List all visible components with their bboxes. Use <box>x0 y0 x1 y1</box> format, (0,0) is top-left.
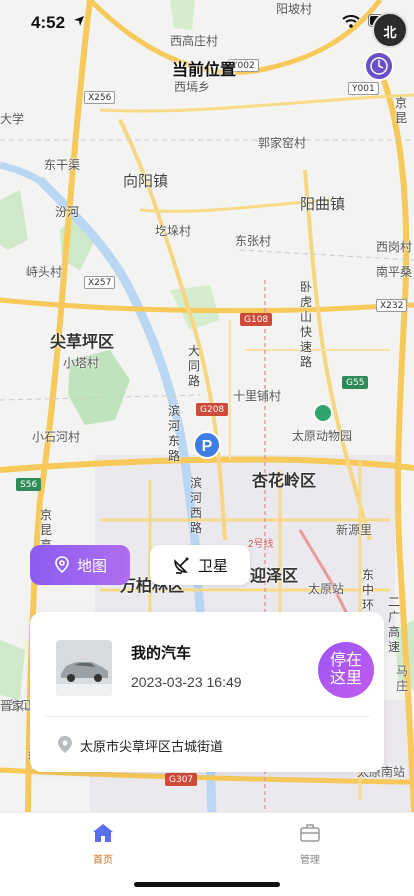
satellite-dish-icon <box>174 557 189 574</box>
park-here-button[interactable]: 停在这里 <box>318 642 374 698</box>
map-label-shilipu: 十里铺村 <box>233 389 282 403</box>
road-shield-g208: G208 <box>196 403 229 416</box>
car-name: 我的汽车 <box>131 645 192 662</box>
map-label-xigang: 西岗村 <box>376 240 413 254</box>
parked-time: 2023-03-23 16:49 <box>131 674 242 690</box>
tab-home-label: 首页 <box>93 855 113 866</box>
map-label-dongganqu: 东干渠 <box>44 158 81 172</box>
road-shield-y001: Y001 <box>348 82 379 95</box>
map-label-jiancaoping-district: 尖草坪区 <box>50 334 115 351</box>
road-shield-x232: X232 <box>376 299 408 312</box>
map-type-switch: 地图 卫星 <box>30 545 250 585</box>
tab-manage-label: 管理 <box>300 855 320 866</box>
map-mode-label: 地图 <box>76 557 107 575</box>
wifi-icon <box>342 15 360 28</box>
location-arrow-icon <box>74 16 84 26</box>
map-label-xinyuanli: 新源里 <box>336 523 373 537</box>
car-info-card: 我的汽车 2023-03-23 16:49 停在这里 太原市尖草坪区古城街道 <box>30 612 384 772</box>
road-shield-g55: G55 <box>342 376 369 389</box>
map-label-xiaoshihe: 小石河村 <box>32 430 81 444</box>
map-mode-button[interactable]: 地图 <box>30 545 130 585</box>
road-shield-g108: G108 <box>240 313 273 326</box>
compass-north-label: 北 <box>383 25 397 40</box>
map-label-taiyuan-station: 太原站 <box>308 582 345 596</box>
map-label-xinghualing-district: 杏花岭区 <box>252 473 317 490</box>
map-label-ximaxiang: 西墕乡 <box>174 80 211 94</box>
map-label-metro-line-2: 2号线 <box>248 539 274 550</box>
briefcase-icon <box>300 824 320 842</box>
map-label-xiangyang: 向阳镇 <box>123 173 169 190</box>
map-label-erguang-expressway: 二广高速 <box>388 595 401 654</box>
tab-home[interactable]: 首页 <box>73 823 133 866</box>
map-label-east-middle-ring: 东中环 <box>362 568 375 612</box>
map-label-mazhuang: 马庄 <box>396 664 409 693</box>
card-divider <box>44 716 370 717</box>
home-indicator <box>134 882 280 887</box>
map-label-jingkun-top: 京昆 <box>395 96 408 125</box>
road-shield-x256: X256 <box>84 91 116 104</box>
map-label-binhe-west-road: 滨河西路 <box>190 476 203 535</box>
road-shield-s56: S56 <box>16 478 42 491</box>
map-label-yangqu: 阳曲镇 <box>300 196 346 213</box>
map-label-geduo: 圪垛村 <box>155 224 192 238</box>
satellite-mode-button[interactable]: 卫星 <box>150 545 250 585</box>
satellite-mode-label: 卫星 <box>197 557 228 575</box>
map-label-zhitou: 峙头村 <box>26 265 63 279</box>
address-pin-icon <box>58 736 72 753</box>
map-label-wohushan-expressway: 卧虎山快速路 <box>300 280 313 369</box>
map-label-datong-road: 大同路 <box>188 344 201 388</box>
home-icon <box>93 824 113 842</box>
map-label-yingze-district: 迎泽区 <box>250 568 299 585</box>
zoo-poi-icon <box>314 404 332 422</box>
road-shield-g307: G307 <box>165 773 198 786</box>
map-pin-icon <box>55 556 69 574</box>
map-label-taiyuan-zoo: 太原动物园 <box>292 429 353 443</box>
map-label-dongzhang: 东张村 <box>235 234 272 248</box>
road-shield-x257: X257 <box>84 276 116 289</box>
map-label-daxue: 大学 <box>0 112 25 126</box>
map-label-binhe-east-road: 滨河东路 <box>168 404 181 463</box>
compass-needle-icon <box>370 57 388 75</box>
map-label-nanpingsang: 南平桑 <box>376 265 413 279</box>
status-bar: 4:52 <box>0 0 414 44</box>
map-label-guojiayao: 郭家窑村 <box>258 136 307 150</box>
car-photo <box>56 640 112 696</box>
map-compass-button[interactable] <box>364 51 394 81</box>
current-location-title: 当前位置 <box>172 62 237 79</box>
parking-marker[interactable]: P <box>193 431 221 459</box>
map-label-fen-river: 汾河 <box>55 205 80 219</box>
car-image-icon <box>56 640 112 696</box>
parked-address: 太原市尖草坪区古城街道 <box>80 739 224 754</box>
status-time: 4:52 <box>31 13 66 32</box>
tab-manage[interactable]: 管理 <box>280 823 340 866</box>
map-label-xiaota: 小塔村 <box>63 356 100 370</box>
north-compass[interactable]: 北 <box>372 12 408 48</box>
